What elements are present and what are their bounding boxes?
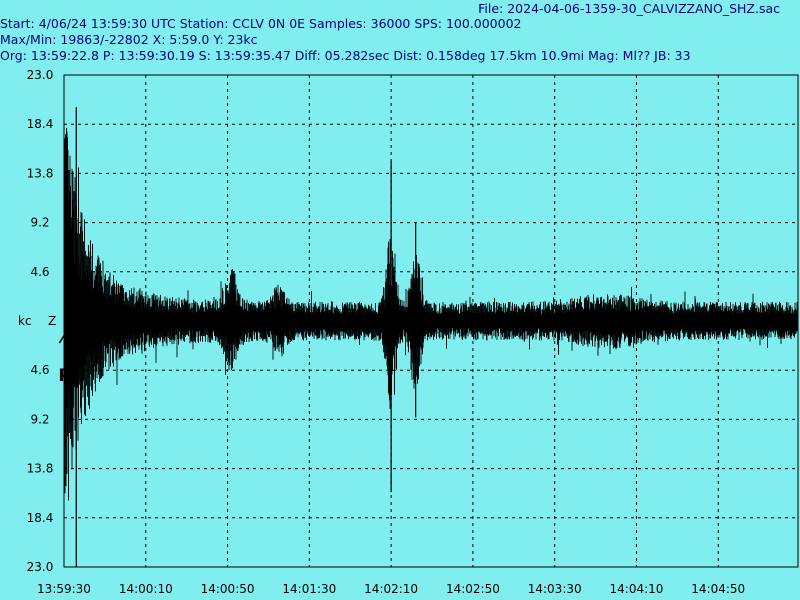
y-tick-label: 4.6 xyxy=(30,363,49,377)
x-tick-label: 14:02:10 xyxy=(364,582,418,596)
y-axis-unit-label: kc xyxy=(18,314,32,328)
y-tick-label: 4.6 xyxy=(30,265,49,279)
x-axis-labels: 13:59:30 14:00:10 14:00:50 14:01:30 14:02:10… xyxy=(37,582,745,596)
waveform-path xyxy=(63,127,799,501)
x-tick-label: 14:01:30 xyxy=(282,582,336,596)
y-axis-labels: 23.0 18.4 13.8 9.2 4.6 4.6 9.2 13.8 18.4 23.0 kc Z xyxy=(18,68,56,574)
x-tick-label: 14:02:50 xyxy=(446,582,500,596)
y-tick-label: 18.4 xyxy=(27,511,54,525)
y-tick-label: 13.8 xyxy=(27,166,54,180)
x-tick-label: 14:00:50 xyxy=(201,582,255,596)
y-tick-label: 23.0 xyxy=(27,68,54,82)
x-tick-label: 14:04:10 xyxy=(610,582,664,596)
y-tick-label: 18.4 xyxy=(27,117,54,131)
y-tick-label: 9.2 xyxy=(30,216,49,230)
component-label: Z xyxy=(48,314,56,328)
x-tick-label: 13:59:30 xyxy=(37,582,91,596)
waveform-trace xyxy=(63,107,799,567)
x-tick-label: 14:04:50 xyxy=(691,582,745,596)
seismogram-plot: 23.018.413.89.24.64.69.213.818.423.0kc Z … xyxy=(18,68,799,596)
p-pick-label: P xyxy=(58,366,70,386)
s-pick-label: S xyxy=(67,337,78,355)
y-tick-label: 9.2 xyxy=(30,412,49,426)
y-tick-label: 23.0 xyxy=(27,560,54,574)
y-tick-label: 13.8 xyxy=(27,462,54,476)
x-tick-label: 14:03:30 xyxy=(528,582,582,596)
x-tick-label: 14:00:10 xyxy=(119,582,173,596)
